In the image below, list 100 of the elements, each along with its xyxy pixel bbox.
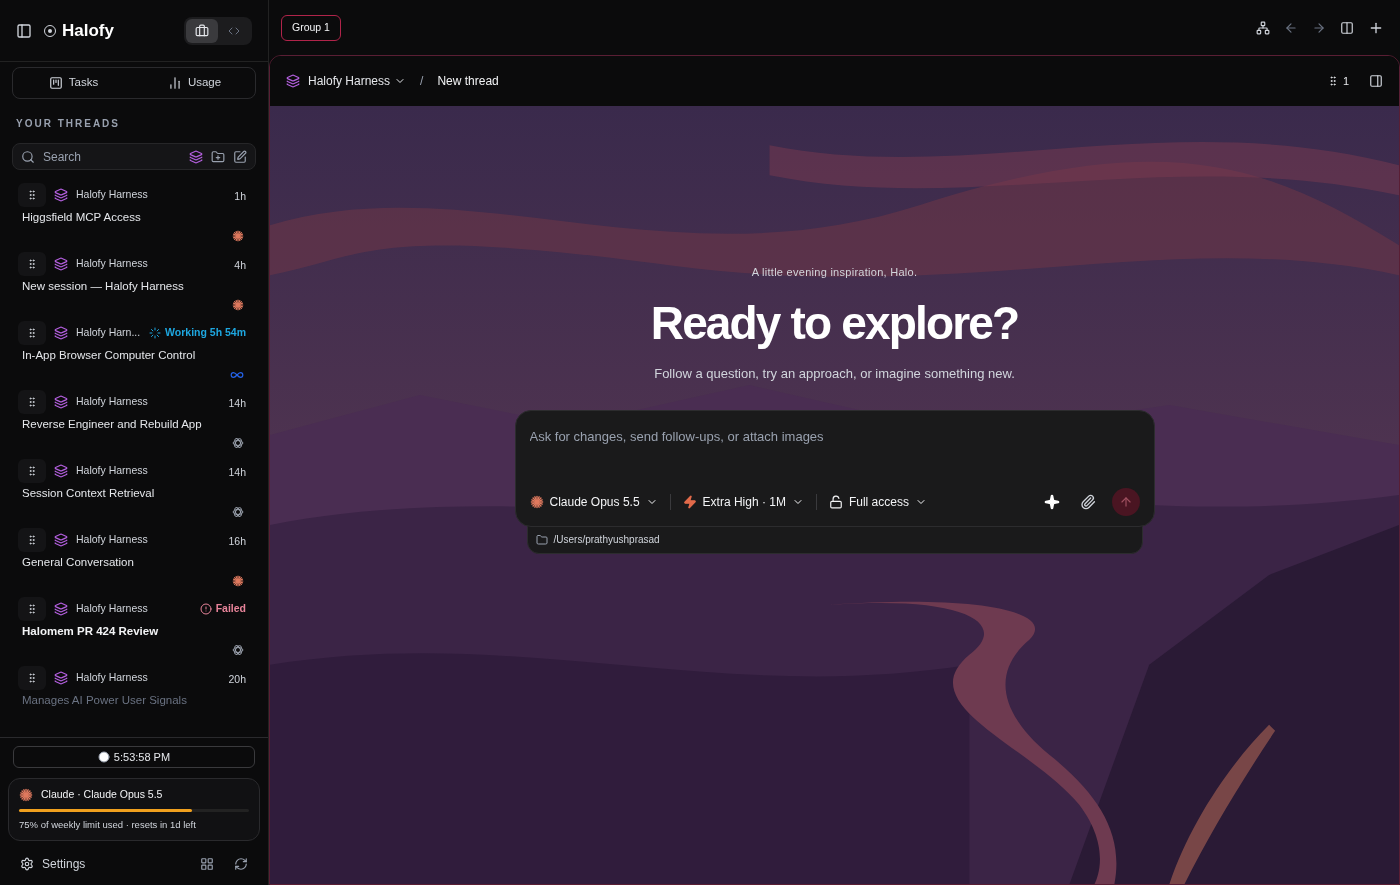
refresh-icon[interactable] [234,857,248,871]
stack-icon [54,671,68,685]
clock-display: 5:53:58 PM [13,746,255,768]
thread-title: Reverse Engineer and Rebuild App [22,417,203,432]
usage-title: Claude · Claude Opus 5.5 [41,787,163,802]
thread-time: 14h [228,466,246,478]
stack-icon [54,326,68,340]
group-tab[interactable]: Group 1 [281,14,341,41]
drag-handle[interactable] [18,252,46,276]
drag-handle[interactable] [18,597,46,621]
project-label: Halofy Harness [76,187,148,203]
back-icon[interactable] [1284,20,1298,35]
stack-icon [286,74,300,88]
composer-field[interactable]: Ask for changes, send follow-ups, or attach images Claude Opus 5.5 Extra High · 1M Full access [514,410,1155,527]
thread-title: New session — Halofy Harness [22,279,185,294]
effort-selector[interactable]: Extra High · 1M [682,493,804,511]
thread-item[interactable]: Halofy Harness 20h Manages AI Power User Signals [22,666,246,735]
status-text: Working 5h 54m [165,325,246,341]
thread-item[interactable]: Halofy Harness Failed Halomem PR 424 Review [22,597,246,666]
thread-name: New thread [437,73,499,90]
grip-icon [26,327,38,339]
stack-icon[interactable] [189,149,203,164]
thread-title: Halomem PR 424 Review [22,624,160,639]
thread-item[interactable]: Halofy Harness 14h Session Context Retrieval [22,459,246,528]
settings-button[interactable]: Settings [20,855,86,873]
stack-icon [54,533,68,547]
briefcase-icon [195,23,209,38]
project-label: Halofy Harness [76,670,148,686]
project-label: Halofy Harness [76,532,148,548]
nav-button[interactable]: Usage [134,74,255,92]
mode-toggle[interactable] [186,18,218,43]
split-icon[interactable] [1340,20,1354,35]
hero-heading: Ready to explore? [650,295,1019,351]
thread-title: Manages AI Power User Signals [22,693,188,708]
stack-icon [54,395,68,409]
search-field[interactable]: Search [12,143,256,170]
grip-icon [26,258,38,270]
drag-handle[interactable] [18,321,46,345]
thread-title: In-App Browser Computer Control [22,348,197,363]
thread-title: Session Context Retrieval [22,486,156,501]
spinner-icon [149,327,162,339]
project-label: Halofy Harness [76,394,148,410]
stack-icon [54,464,68,478]
sidebar-toggle-icon[interactable] [16,22,32,39]
drag-handle[interactable] [18,459,46,483]
drag-handle[interactable] [18,528,46,552]
section-title: YOUR THREADS [16,117,121,131]
settings-icon [20,857,34,871]
project-label: Halofy Harness [76,601,148,617]
thread-time: 1h [234,190,246,202]
app-name: Halofy [62,19,114,42]
panel-toggle-icon[interactable] [1369,74,1383,88]
grip-icon [26,189,38,201]
chart-icon [167,76,182,90]
board-icon [48,76,63,90]
thread-time: 20h [228,673,246,685]
hero-subtitle: Follow a question, try an approach, or imagine something new. [654,364,1015,383]
search-input[interactable]: Search [43,147,181,166]
new-folder-icon[interactable] [211,149,225,164]
prompt-field[interactable]: Ask for changes, send follow-ups, or attach images [529,427,1140,471]
grip-icon [26,534,38,546]
attach-icon[interactable] [1079,494,1096,510]
drag-handle[interactable] [18,666,46,690]
lightning-icon [682,495,697,509]
nav-button[interactable]: Tasks [13,74,134,92]
thread-item[interactable]: Halofy Harness 1h Higgsfield MCP Access [22,183,246,252]
grip-counter[interactable]: 1 [1326,72,1349,90]
forward-icon[interactable] [1312,20,1326,35]
thread-item[interactable]: Halofy Harness 14h Reverse Engineer and Rebuild App [22,390,246,459]
thread-time: 16h [228,535,246,547]
grip-icon [26,396,38,408]
breadcrumb-separator: / [420,73,424,90]
hierarchy-icon[interactable] [1256,20,1270,35]
model-selector[interactable]: Claude Opus 5.5 [529,493,658,511]
grid-icon[interactable] [200,857,214,871]
alert-icon [199,603,212,615]
thread-time: 14h [228,397,246,409]
folder-icon [535,533,548,546]
drag-handle[interactable] [18,390,46,414]
hero-eyebrow: A little evening inspiration, Halo. [751,265,918,280]
project-dropdown[interactable]: Halofy Harness [308,72,407,90]
sparkle-icon[interactable] [1043,494,1060,510]
drag-handle[interactable] [18,183,46,207]
thread-title: General Conversation [22,555,135,570]
access-selector[interactable]: Full access [828,493,927,511]
usage-note: 75% of weekly limit used · resets in 1d left [19,817,197,832]
grip-icon [26,465,38,477]
stack-icon [54,257,68,271]
project-label: Halofy Harn... [76,325,141,341]
thread-item[interactable]: Halofy Harn... Working 5h 54m In-App Browser Computer Control [22,321,246,390]
compose-icon[interactable] [233,149,247,164]
status-text: Failed [215,601,246,617]
unlock-icon [828,495,843,509]
burst-icon [529,495,544,509]
thread-item[interactable]: Halofy Harness 16h General Conversation [22,528,246,597]
search-icon [21,149,35,164]
stack-icon [54,602,68,616]
path-text: /Users/prathyushprasad [553,533,660,547]
project-label: Halofy Harness [76,463,148,479]
thread-item[interactable]: Halofy Harness 4h New session — Halofy Harness [22,252,246,321]
